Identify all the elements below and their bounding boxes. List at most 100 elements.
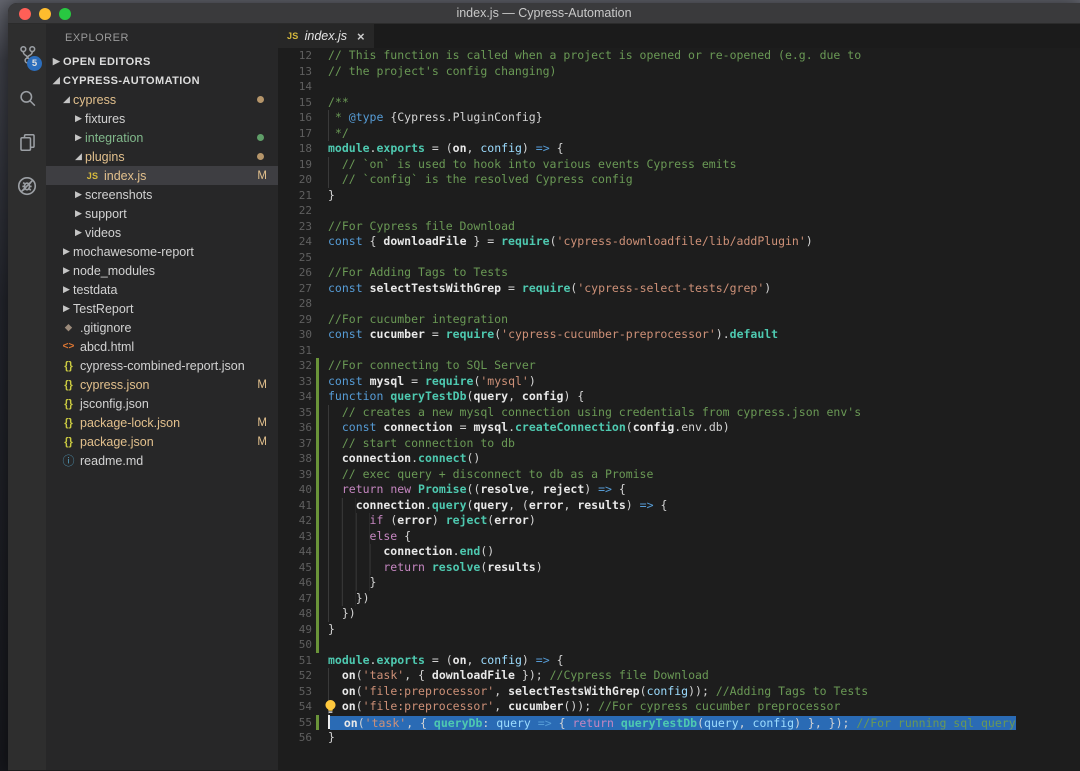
tab-bar: JS index.js × (278, 24, 1080, 48)
code-line-25[interactable]: 25 (278, 250, 1080, 266)
js-file-icon: JS (84, 171, 101, 181)
source-control-icon[interactable]: 5 (8, 32, 46, 76)
tree-file-package.json[interactable]: {}package.jsonM (46, 432, 278, 451)
section-open-editors[interactable]: ▶ OPEN EDITORS (46, 52, 278, 71)
vscode-window: index.js — Cypress-Automation 5 (8, 3, 1080, 771)
tree-item-label: integration (85, 131, 143, 145)
scm-changes-badge: 5 (27, 56, 42, 71)
tree-item-label: cypress-combined-report.json (80, 359, 245, 373)
code-line-46[interactable]: 46} (278, 575, 1080, 591)
code-line-53[interactable]: 53on('file:preprocessor', selectTestsWit… (278, 684, 1080, 700)
code-line-41[interactable]: 41connection.query(query, (error, result… (278, 498, 1080, 514)
tree-file-index.js[interactable]: JSindex.jsM (46, 166, 278, 185)
code-line-39[interactable]: 39// exec query + disconnect to db as a … (278, 467, 1080, 483)
close-window-button[interactable] (19, 8, 31, 20)
code-line-28[interactable]: 28 (278, 296, 1080, 312)
code-text: //For Cypress file Download (319, 219, 515, 235)
git-status-dot (257, 96, 264, 103)
code-text: module.exports = (on, config) => { (319, 141, 564, 157)
code-line-19[interactable]: 19// `on` is used to hook into various e… (278, 157, 1080, 173)
tree-folder-cypress[interactable]: ◢cypress (46, 90, 278, 109)
tree-folder-integration[interactable]: ▶integration (46, 128, 278, 147)
line-number: 21 (278, 188, 312, 204)
code-line-14[interactable]: 14 (278, 79, 1080, 95)
bug-disabled-icon[interactable] (8, 164, 46, 208)
code-line-45[interactable]: 45return resolve(results) (278, 560, 1080, 576)
tree-file-package-lock.json[interactable]: {}package-lock.jsonM (46, 413, 278, 432)
tree-folder-testdata[interactable]: ▶testdata (46, 280, 278, 299)
code-line-33[interactable]: 33const mysql = require('mysql') (278, 374, 1080, 390)
code-text: return new Promise((resolve, reject) => … (319, 482, 626, 498)
tab-index-js[interactable]: JS index.js × (278, 24, 374, 48)
tree-file-abcd.html[interactable]: <>abcd.html (46, 337, 278, 356)
tree-folder-mochawesome-report[interactable]: ▶mochawesome-report (46, 242, 278, 261)
tree-file-cypress-combined-report.json[interactable]: {}cypress-combined-report.json (46, 356, 278, 375)
code-line-51[interactable]: 51module.exports = (on, config) => { (278, 653, 1080, 669)
tree-folder-fixtures[interactable]: ▶fixtures (46, 109, 278, 128)
search-icon[interactable] (8, 76, 46, 120)
code-line-49[interactable]: 49} (278, 622, 1080, 638)
line-number: 50 (278, 637, 312, 653)
code-line-30[interactable]: 30const cucumber = require('cypress-cucu… (278, 327, 1080, 343)
workbench: 5 E (8, 24, 1080, 770)
code-line-20[interactable]: 20// `config` is the resolved Cypress co… (278, 172, 1080, 188)
tree-file-jsconfig.json[interactable]: {}jsconfig.json (46, 394, 278, 413)
code-line-50[interactable]: 50 (278, 637, 1080, 653)
code-line-27[interactable]: 27const selectTestsWithGrep = require('c… (278, 281, 1080, 297)
chevron-right-icon: ▶ (60, 284, 73, 295)
tree-file-readme.md[interactable]: ⓘreadme.md (46, 451, 278, 470)
tree-file-cypress.json[interactable]: {}cypress.jsonM (46, 375, 278, 394)
code-line-56[interactable]: 56} (278, 730, 1080, 746)
code-line-47[interactable]: 47}) (278, 591, 1080, 607)
code-line-55[interactable]: 55 on('task', { queryDb: query => { retu… (278, 715, 1080, 731)
code-line-44[interactable]: 44connection.end() (278, 544, 1080, 560)
code-line-18[interactable]: 18module.exports = (on, config) => { (278, 141, 1080, 157)
tree-folder-node_modules[interactable]: ▶node_modules (46, 261, 278, 280)
code-line-36[interactable]: 36const connection = mysql.createConnect… (278, 420, 1080, 436)
code-line-32[interactable]: 32//For connecting to SQL Server (278, 358, 1080, 374)
close-tab-icon[interactable]: × (357, 29, 365, 44)
code-line-52[interactable]: 52on('task', { downloadFile }); //Cypres… (278, 668, 1080, 684)
code-line-22[interactable]: 22 (278, 203, 1080, 219)
code-line-31[interactable]: 31 (278, 343, 1080, 359)
code-line-29[interactable]: 29//For cucumber integration (278, 312, 1080, 328)
indent-guide (328, 529, 370, 545)
code-line-35[interactable]: 35// creates a new mysql connection usin… (278, 405, 1080, 421)
minimize-window-button[interactable] (39, 8, 51, 20)
code-line-15[interactable]: 15/** (278, 95, 1080, 111)
tree-folder-TestReport[interactable]: ▶TestReport (46, 299, 278, 318)
code-line-38[interactable]: 38connection.connect() (278, 451, 1080, 467)
line-number: 28 (278, 296, 312, 312)
code-line-54[interactable]: 54on('file:preprocessor', cucumber()); /… (278, 699, 1080, 715)
line-number: 30 (278, 327, 312, 343)
zoom-window-button[interactable] (59, 8, 71, 20)
code-line-43[interactable]: 43else { (278, 529, 1080, 545)
tree-folder-screenshots[interactable]: ▶screenshots (46, 185, 278, 204)
tree-file-.gitignore[interactable]: ◆.gitignore (46, 318, 278, 337)
code-line-34[interactable]: 34function queryTestDb(query, config) { (278, 389, 1080, 405)
code-line-16[interactable]: 16* @type {Cypress.PluginConfig} (278, 110, 1080, 126)
files-icon[interactable] (8, 120, 46, 164)
indent-guide (328, 498, 356, 514)
tree-folder-plugins[interactable]: ◢plugins (46, 147, 278, 166)
code-line-24[interactable]: 24const { downloadFile } = require('cypr… (278, 234, 1080, 250)
code-text: // the project's config changing) (319, 64, 556, 80)
code-line-42[interactable]: 42if (error) reject(error) (278, 513, 1080, 529)
line-number: 44 (278, 544, 312, 560)
code-line-26[interactable]: 26//For Adding Tags to Tests (278, 265, 1080, 281)
line-number: 20 (278, 172, 312, 188)
code-line-40[interactable]: 40return new Promise((resolve, reject) =… (278, 482, 1080, 498)
tree-folder-support[interactable]: ▶support (46, 204, 278, 223)
code-area[interactable]: 12// This function is called when a proj… (278, 48, 1080, 770)
code-line-37[interactable]: 37// start connection to db (278, 436, 1080, 452)
code-line-21[interactable]: 21} (278, 188, 1080, 204)
tree-folder-videos[interactable]: ▶videos (46, 223, 278, 242)
code-line-12[interactable]: 12// This function is called when a proj… (278, 48, 1080, 64)
code-line-23[interactable]: 23//For Cypress file Download (278, 219, 1080, 235)
code-line-13[interactable]: 13// the project's config changing) (278, 64, 1080, 80)
code-line-17[interactable]: 17*/ (278, 126, 1080, 142)
section-workspace-root[interactable]: ◢ CYPRESS-AUTOMATION (46, 71, 278, 90)
git-status-dot (257, 134, 264, 141)
code-line-48[interactable]: 48}) (278, 606, 1080, 622)
code-text: // `on` is used to hook into various eve… (319, 157, 737, 173)
